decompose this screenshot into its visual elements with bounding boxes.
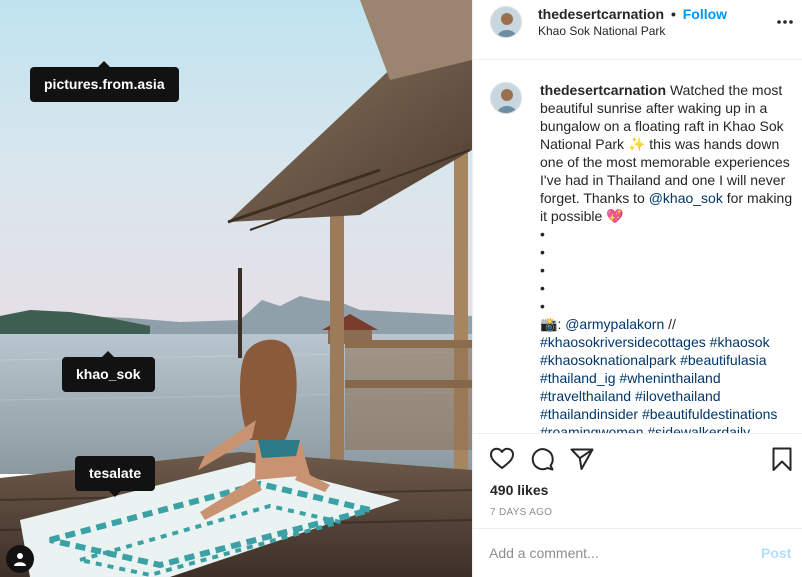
hashtag-link[interactable]: #khaosoknationalpark bbox=[540, 352, 676, 368]
credit-separator: // bbox=[668, 316, 676, 332]
hashtag-link[interactable]: #khaosokriversidecottages bbox=[540, 334, 706, 350]
sparkle-emoji: ✨ bbox=[627, 136, 646, 152]
hashtag-link[interactable]: #thailandinsider bbox=[540, 406, 638, 422]
comment-input[interactable] bbox=[489, 541, 739, 565]
hashtag-link[interactable]: #roamingwomen bbox=[540, 424, 644, 433]
comment-icon[interactable] bbox=[529, 446, 555, 472]
hashtag-link[interactable]: #ilovethailand bbox=[635, 388, 721, 404]
hashtag-link[interactable]: #thailand_ig bbox=[540, 370, 616, 386]
post-header: thedesertcarnation • Follow Khao Sok Nat… bbox=[473, 0, 802, 60]
post-actions: 490 likes 7 DAYS AGO bbox=[473, 433, 802, 528]
caption-bullet: • bbox=[540, 298, 545, 314]
user-tag[interactable]: tesalate bbox=[75, 456, 156, 491]
user-tag[interactable]: khao_sok bbox=[62, 357, 155, 392]
heart-icon[interactable] bbox=[489, 446, 515, 472]
hashtag-link[interactable]: #wheninthailand bbox=[619, 370, 720, 386]
post-photo[interactable]: pictures.from.asia khao_sok tesalate bbox=[0, 0, 472, 577]
share-icon[interactable] bbox=[569, 446, 595, 472]
hashtag-link[interactable]: #sidewalkerdaily bbox=[647, 424, 750, 433]
caption-username[interactable]: thedesertcarnation bbox=[540, 82, 666, 98]
tagged-users-button[interactable] bbox=[6, 545, 34, 573]
avatar-image bbox=[491, 7, 521, 37]
user-tag-label: pictures.from.asia bbox=[44, 76, 165, 92]
hashtag-link[interactable]: #beautifulasia bbox=[680, 352, 766, 368]
mention-link[interactable]: @khao_sok bbox=[649, 190, 723, 206]
heart-emoji: 💖 bbox=[606, 208, 624, 224]
bookmark-icon[interactable] bbox=[769, 446, 795, 472]
like-count[interactable]: 490 likes bbox=[490, 482, 548, 498]
comments-scroll-area[interactable]: thedesertcarnation Watched the most beau… bbox=[473, 61, 802, 433]
person-icon bbox=[14, 553, 26, 566]
more-options-icon[interactable] bbox=[775, 12, 795, 32]
avatar[interactable] bbox=[490, 82, 522, 114]
separator-dot: • bbox=[670, 6, 676, 22]
caption-bullet: • bbox=[540, 262, 545, 278]
avatar-image bbox=[491, 83, 521, 113]
hashtag-link[interactable]: #beautifuldestinations bbox=[642, 406, 777, 422]
user-tag[interactable]: pictures.from.asia bbox=[30, 67, 179, 102]
username-link[interactable]: thedesertcarnation bbox=[538, 6, 664, 22]
post-timestamp[interactable]: 7 DAYS AGO bbox=[490, 507, 552, 518]
hashtag-link[interactable]: #travelthailand bbox=[540, 388, 631, 404]
comment-form: Post bbox=[473, 528, 802, 577]
user-tag-label: tesalate bbox=[89, 465, 142, 481]
camera-emoji: 📸 bbox=[540, 316, 558, 332]
follow-button[interactable]: Follow bbox=[683, 6, 727, 22]
user-tag-label: khao_sok bbox=[76, 366, 141, 382]
avatar[interactable] bbox=[490, 6, 522, 38]
post-details-panel: thedesertcarnation • Follow Khao Sok Nat… bbox=[472, 0, 802, 577]
caption-bullet: • bbox=[540, 280, 545, 296]
credit-colon: : bbox=[557, 316, 562, 332]
caption-bullet: • bbox=[540, 226, 545, 242]
hashtag-link[interactable]: #khaosok bbox=[710, 334, 770, 350]
location-link[interactable]: Khao Sok National Park bbox=[538, 24, 665, 38]
mention-link[interactable]: @armypalakorn bbox=[565, 316, 664, 332]
post-comment-button[interactable]: Post bbox=[761, 545, 791, 561]
post-caption: thedesertcarnation Watched the most beau… bbox=[540, 81, 796, 433]
caption-bullet: • bbox=[540, 244, 545, 260]
